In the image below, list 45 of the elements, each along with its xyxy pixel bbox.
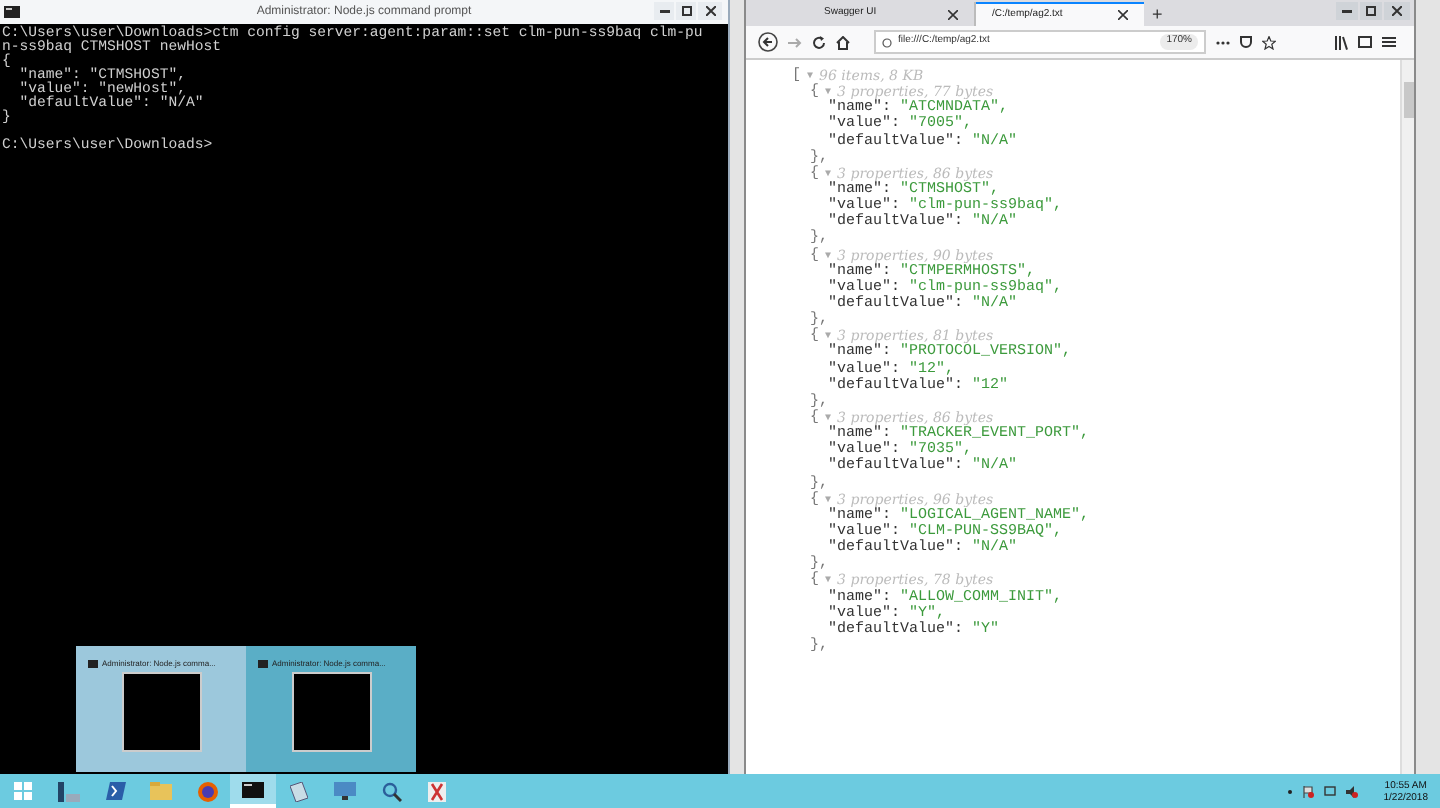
sidebar-icon[interactable] xyxy=(1358,36,1372,48)
globe-icon xyxy=(197,781,217,801)
network-icon[interactable] xyxy=(1323,785,1336,797)
info-icon xyxy=(882,37,892,47)
close-button[interactable] xyxy=(1384,2,1410,20)
star-icon[interactable] xyxy=(1262,35,1276,49)
close-icon xyxy=(705,6,715,16)
window-preview xyxy=(291,672,371,752)
minimize-button[interactable] xyxy=(1336,2,1358,20)
reload-icon[interactable] xyxy=(812,35,826,49)
maximize-icon xyxy=(1366,6,1376,16)
library-icon[interactable] xyxy=(1334,35,1348,49)
close-icon xyxy=(1392,6,1402,16)
maximize-icon xyxy=(681,6,691,16)
toolbox-icon xyxy=(428,781,446,801)
document-icon xyxy=(290,781,308,801)
terminal-icon xyxy=(258,659,268,667)
window-preview xyxy=(121,672,201,752)
folder-icon xyxy=(150,782,172,800)
new-tab-button[interactable]: + xyxy=(1152,4,1163,26)
close-icon[interactable] xyxy=(1118,10,1128,20)
maximize-button[interactable] xyxy=(676,2,696,20)
shield-icon[interactable] xyxy=(1240,36,1252,48)
search-icon xyxy=(381,781,401,801)
minimize-button[interactable] xyxy=(654,2,674,20)
terminal-icon xyxy=(4,6,20,18)
minimize-icon xyxy=(1342,9,1352,13)
flag-icon[interactable] xyxy=(1301,785,1314,797)
terminal-icon xyxy=(105,782,125,800)
terminal-icon xyxy=(242,781,264,797)
back-icon[interactable] xyxy=(758,32,778,52)
scrollbar[interactable] xyxy=(1400,60,1414,774)
terminal-icon xyxy=(88,659,98,667)
speaker-icon[interactable] xyxy=(1345,785,1358,797)
close-icon[interactable] xyxy=(948,9,958,19)
monitor-icon xyxy=(334,782,356,800)
home-icon[interactable] xyxy=(836,35,850,49)
server-icon xyxy=(58,781,80,801)
menu-icon[interactable] xyxy=(1382,36,1396,48)
minimize-icon xyxy=(659,9,669,13)
windows-logo-icon xyxy=(14,782,32,800)
maximize-button[interactable] xyxy=(1360,2,1382,20)
taskbar-button[interactable] xyxy=(230,774,276,808)
close-button[interactable] xyxy=(698,2,722,20)
more-icon[interactable] xyxy=(1216,39,1230,45)
